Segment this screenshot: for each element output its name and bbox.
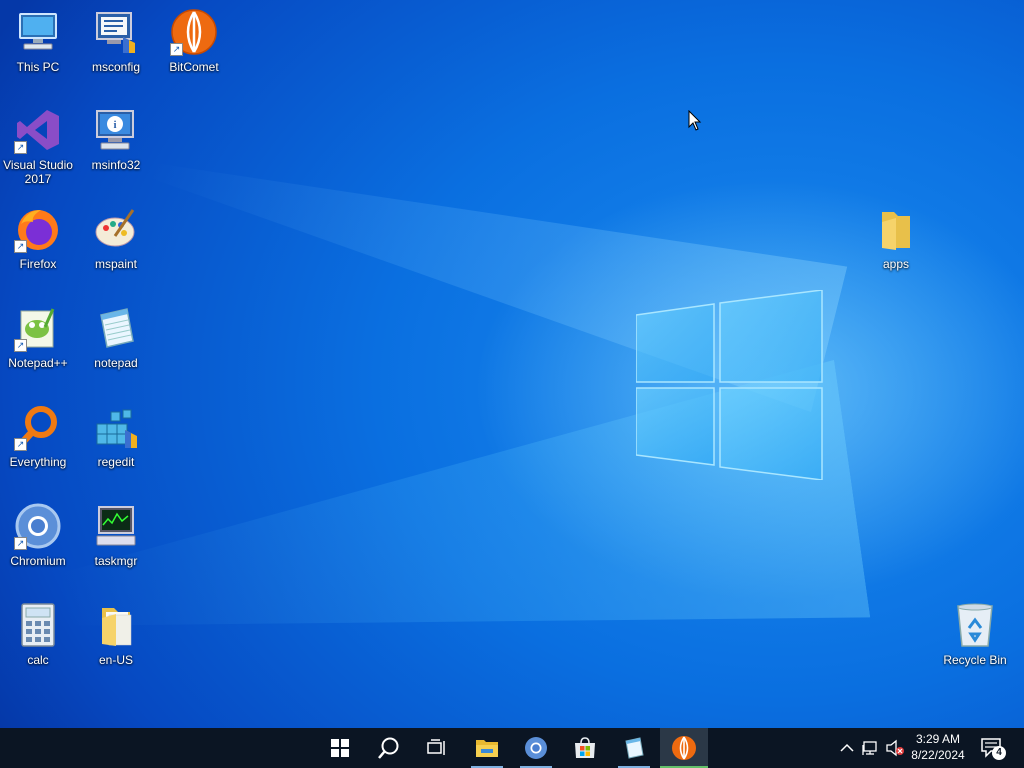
desktop-icon-regedit[interactable]: regedit	[78, 403, 154, 469]
shortcut-arrow-icon: ↗	[14, 438, 27, 451]
desktop-icon-label: Notepad++	[8, 356, 68, 370]
clock[interactable]: 3:29 AM 8/22/2024	[902, 731, 974, 765]
desktop-icon-label: regedit	[97, 455, 135, 469]
desktop-icon-label: en-US	[98, 653, 133, 667]
desktop-icon-firefox[interactable]: ↗ Firefox	[0, 205, 76, 271]
action-center-button[interactable]: 4	[978, 732, 1010, 764]
firefox-icon: ↗	[14, 205, 62, 253]
recycle-bin-icon	[951, 601, 999, 649]
desktop-icon-label: This PC	[16, 60, 60, 74]
shortcut-arrow-icon: ↗	[14, 240, 27, 253]
store-icon	[575, 737, 595, 758]
chromium-icon: ↗	[14, 502, 62, 550]
desktop-icon-notepad[interactable]: notepad	[78, 304, 154, 370]
desktop[interactable]: This PC ↗ Visual Studio 2017 ↗ Firefox ↗…	[0, 0, 1024, 728]
desktop-icon-label: Chromium	[10, 554, 66, 568]
network-icon	[862, 741, 877, 755]
taskbar-notepad[interactable]	[610, 728, 658, 768]
desktop-icon-label: msinfo32	[91, 158, 141, 172]
visual-studio-icon: ↗	[14, 106, 62, 154]
taskbar: 3:29 AM 8/22/2024 4	[0, 728, 1024, 768]
task-view-button[interactable]	[413, 728, 461, 768]
taskmgr-icon	[92, 502, 140, 550]
desktop-icon-recycle-bin[interactable]: Recycle Bin	[937, 601, 1013, 667]
desktop-icon-notepad-plus-plus[interactable]: ↗ Notepad++	[0, 304, 76, 370]
msinfo32-icon: i	[92, 106, 140, 154]
desktop-icon-label: Firefox	[19, 257, 57, 271]
desktop-icon-calc[interactable]: calc	[0, 601, 76, 667]
taskbar-file-explorer[interactable]	[463, 728, 511, 768]
regedit-icon	[92, 403, 140, 451]
desktop-icon-visual-studio-2017[interactable]: ↗ Visual Studio 2017	[0, 106, 76, 186]
notepad-icon	[92, 304, 140, 352]
bitcomet-icon: ↗	[170, 8, 218, 56]
desktop-icon-label: notepad	[94, 356, 138, 370]
desktop-icon-label: Everything	[9, 455, 67, 469]
chromium-icon	[525, 737, 547, 759]
mouse-pointer-icon	[688, 110, 702, 131]
computer-icon	[14, 8, 62, 56]
file-explorer-icon	[476, 740, 498, 757]
calculator-icon	[14, 601, 62, 649]
show-hidden-icons-button[interactable]	[837, 738, 857, 758]
chevron-up-icon	[840, 743, 854, 752]
desktop-icon-label: calc	[27, 653, 49, 667]
msconfig-icon	[92, 8, 140, 56]
taskbar-chromium[interactable]	[512, 728, 560, 768]
shortcut-arrow-icon: ↗	[14, 339, 27, 352]
desktop-icon-label: apps	[882, 257, 910, 271]
desktop-icon-label: BitComet	[169, 60, 219, 74]
desktop-icon-msinfo32[interactable]: i msinfo32	[78, 106, 154, 172]
desktop-icon-msconfig[interactable]: msconfig	[78, 8, 154, 74]
taskbar-bitcomet[interactable]	[660, 728, 708, 768]
desktop-icon-taskmgr[interactable]: taskmgr	[78, 502, 154, 568]
desktop-icon-label: Recycle Bin	[943, 653, 1007, 667]
mspaint-icon	[92, 205, 140, 253]
desktop-icon-label: msconfig	[91, 60, 141, 74]
desktop-icon-mspaint[interactable]: mspaint	[78, 205, 154, 271]
taskbar-store[interactable]	[561, 728, 609, 768]
shortcut-arrow-icon: ↗	[14, 537, 27, 550]
folder-icon	[92, 601, 140, 649]
desktop-icon-bitcomet[interactable]: ↗ BitComet	[156, 8, 232, 74]
clock-time: 3:29 AM	[915, 732, 961, 746]
desktop-icon-en-us[interactable]: en-US	[78, 601, 154, 667]
desktop-icon-chromium[interactable]: ↗ Chromium	[0, 502, 76, 568]
desktop-icon-label: taskmgr	[94, 554, 138, 568]
svg-text:i: i	[113, 119, 116, 131]
start-button[interactable]	[316, 728, 364, 768]
notepad-icon	[625, 737, 644, 759]
search-icon	[378, 737, 399, 759]
notification-count-badge: 4	[992, 746, 1006, 760]
shortcut-arrow-icon: ↗	[14, 141, 27, 154]
desktop-icon-apps[interactable]: apps	[858, 205, 934, 271]
desktop-icon-this-pc[interactable]: This PC	[0, 8, 76, 74]
notepad-plus-plus-icon: ↗	[14, 304, 62, 352]
start-icon	[331, 739, 349, 757]
clock-date: 8/22/2024	[911, 748, 965, 762]
desktop-icon-label: mspaint	[94, 257, 138, 271]
desktop-icon-label: Visual Studio 2017	[3, 158, 73, 186]
windows-logo-wallpaper	[636, 290, 823, 480]
task-view-icon	[427, 739, 445, 755]
everything-search-icon: ↗	[14, 403, 62, 451]
bitcomet-icon	[672, 736, 696, 760]
search-button[interactable]	[365, 728, 413, 768]
network-tray-button[interactable]	[861, 738, 881, 758]
desktop-icon-everything[interactable]: ↗ Everything	[0, 403, 76, 469]
folder-icon	[872, 205, 920, 253]
shortcut-arrow-icon: ↗	[170, 43, 183, 56]
